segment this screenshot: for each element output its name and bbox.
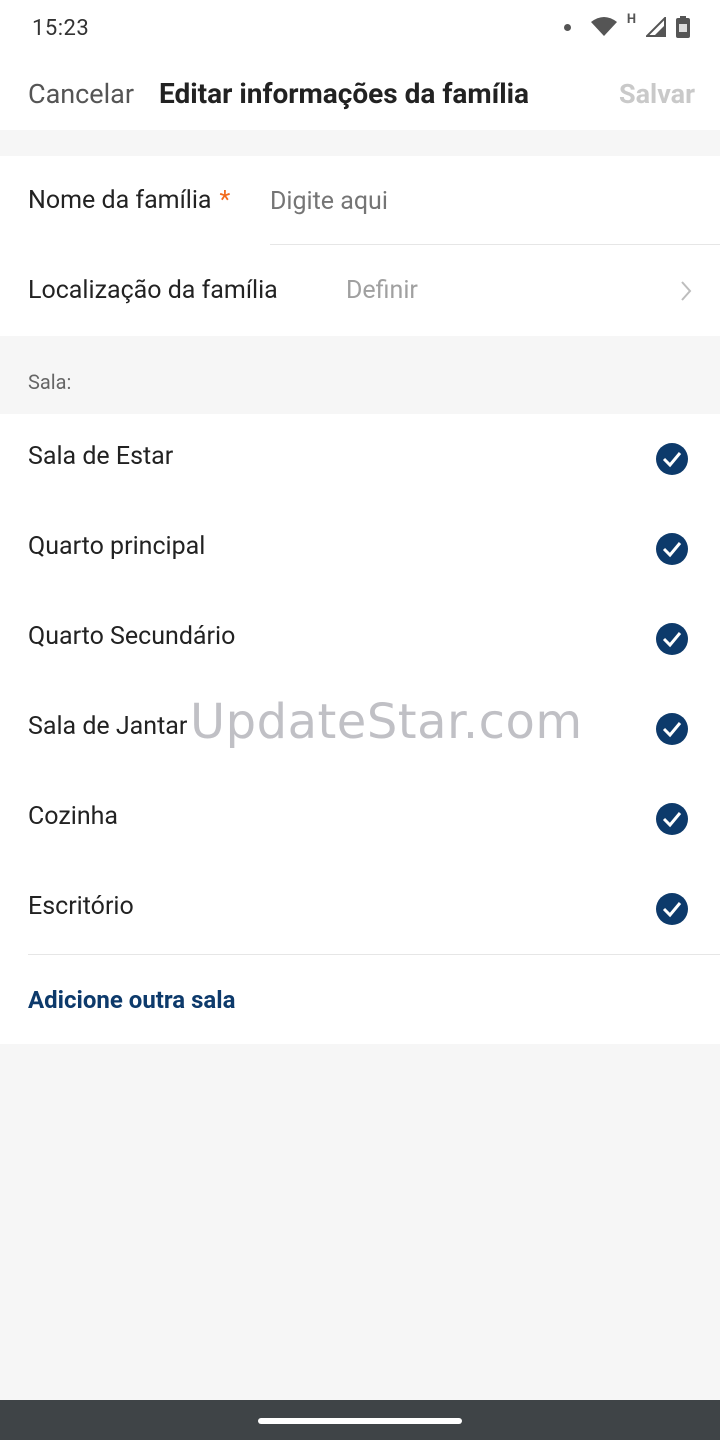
chevron-right-icon (681, 281, 692, 301)
divider (270, 244, 720, 245)
cancel-button[interactable]: Cancelar (28, 78, 134, 110)
room-row[interactable]: Quarto principal (0, 504, 720, 594)
family-location-row[interactable]: Localização da família Definir (0, 246, 720, 336)
status-time: 15:23 (32, 16, 90, 41)
room-row[interactable]: Cozinha (0, 774, 720, 864)
header-bar: Cancelar Editar informações da família S… (0, 60, 720, 130)
room-label: Sala de Estar (28, 442, 174, 471)
divider (28, 954, 720, 955)
home-indicator[interactable] (258, 1418, 462, 1424)
room-row[interactable]: Escritório (0, 864, 720, 954)
status-icons: H (563, 12, 690, 38)
room-label: Escritório (28, 892, 134, 921)
check-circle-icon[interactable] (656, 443, 688, 475)
rooms-section-label: Sala: (28, 370, 72, 394)
location-value: Definir (346, 276, 418, 305)
room-label: Quarto principal (28, 532, 206, 561)
battery-icon (676, 16, 690, 38)
family-name-input[interactable] (270, 178, 690, 224)
cellular-signal-icon (646, 17, 666, 37)
family-name-label: Nome da família * (28, 186, 230, 215)
check-circle-icon[interactable] (656, 623, 688, 655)
check-circle-icon[interactable] (656, 713, 688, 745)
network-type-label: H (626, 11, 636, 27)
watermark: UpdateStar.com (190, 694, 583, 750)
save-button[interactable]: Salvar (619, 78, 695, 110)
family-info-card: Nome da família* Localização da família … (0, 156, 720, 336)
add-room-button[interactable]: Adicione outra sala (28, 986, 235, 1014)
status-bar: 15:23 H (0, 0, 720, 60)
notification-dot-icon (563, 23, 571, 31)
check-circle-icon[interactable] (656, 893, 688, 925)
room-label: Sala de Jantar (28, 712, 188, 741)
required-mark: * (219, 186, 231, 215)
room-row[interactable]: Sala de Estar (0, 414, 720, 504)
check-circle-icon[interactable] (656, 533, 688, 565)
location-label: Localização da família (28, 276, 278, 305)
room-label: Quarto Secundário (28, 622, 236, 651)
wifi-icon (590, 17, 617, 36)
page-title: Editar informações da família (159, 77, 530, 110)
check-circle-icon[interactable] (656, 803, 688, 835)
room-row[interactable]: Quarto Secundário (0, 594, 720, 684)
family-name-label-text: Nome da família (28, 186, 212, 215)
room-label: Cozinha (28, 802, 118, 831)
